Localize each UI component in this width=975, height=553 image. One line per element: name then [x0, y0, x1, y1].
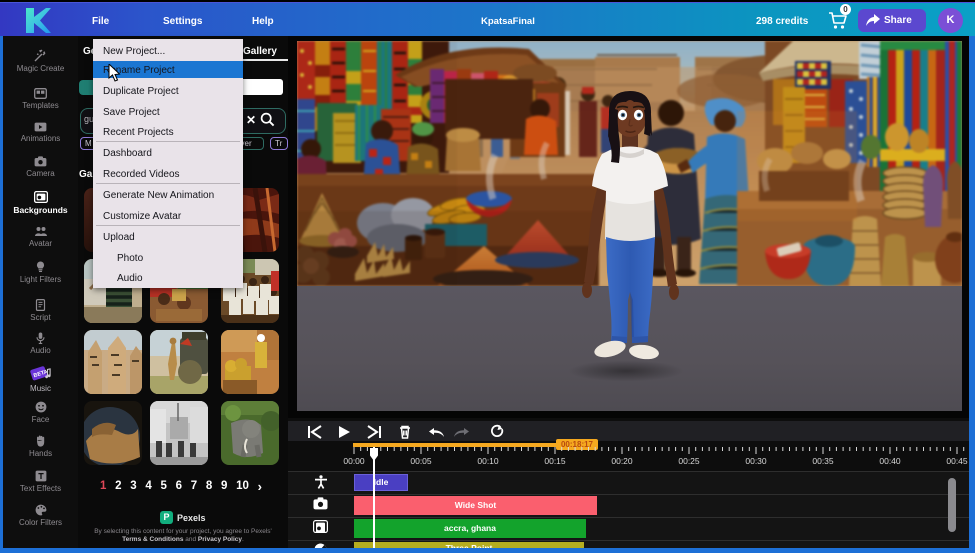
svg-text:00:35: 00:35 — [812, 456, 834, 466]
svg-text:00:30: 00:30 — [745, 456, 767, 466]
svg-text:00:05: 00:05 — [410, 456, 432, 466]
svg-text:00:15: 00:15 — [544, 456, 566, 466]
svg-text:00:25: 00:25 — [678, 456, 700, 466]
svg-text:00:10: 00:10 — [477, 456, 499, 466]
svg-text:00:20: 00:20 — [611, 456, 633, 466]
svg-text:00:40: 00:40 — [879, 456, 901, 466]
svg-text:00:45: 00:45 — [946, 456, 968, 466]
svg-text:00:00: 00:00 — [343, 456, 365, 466]
